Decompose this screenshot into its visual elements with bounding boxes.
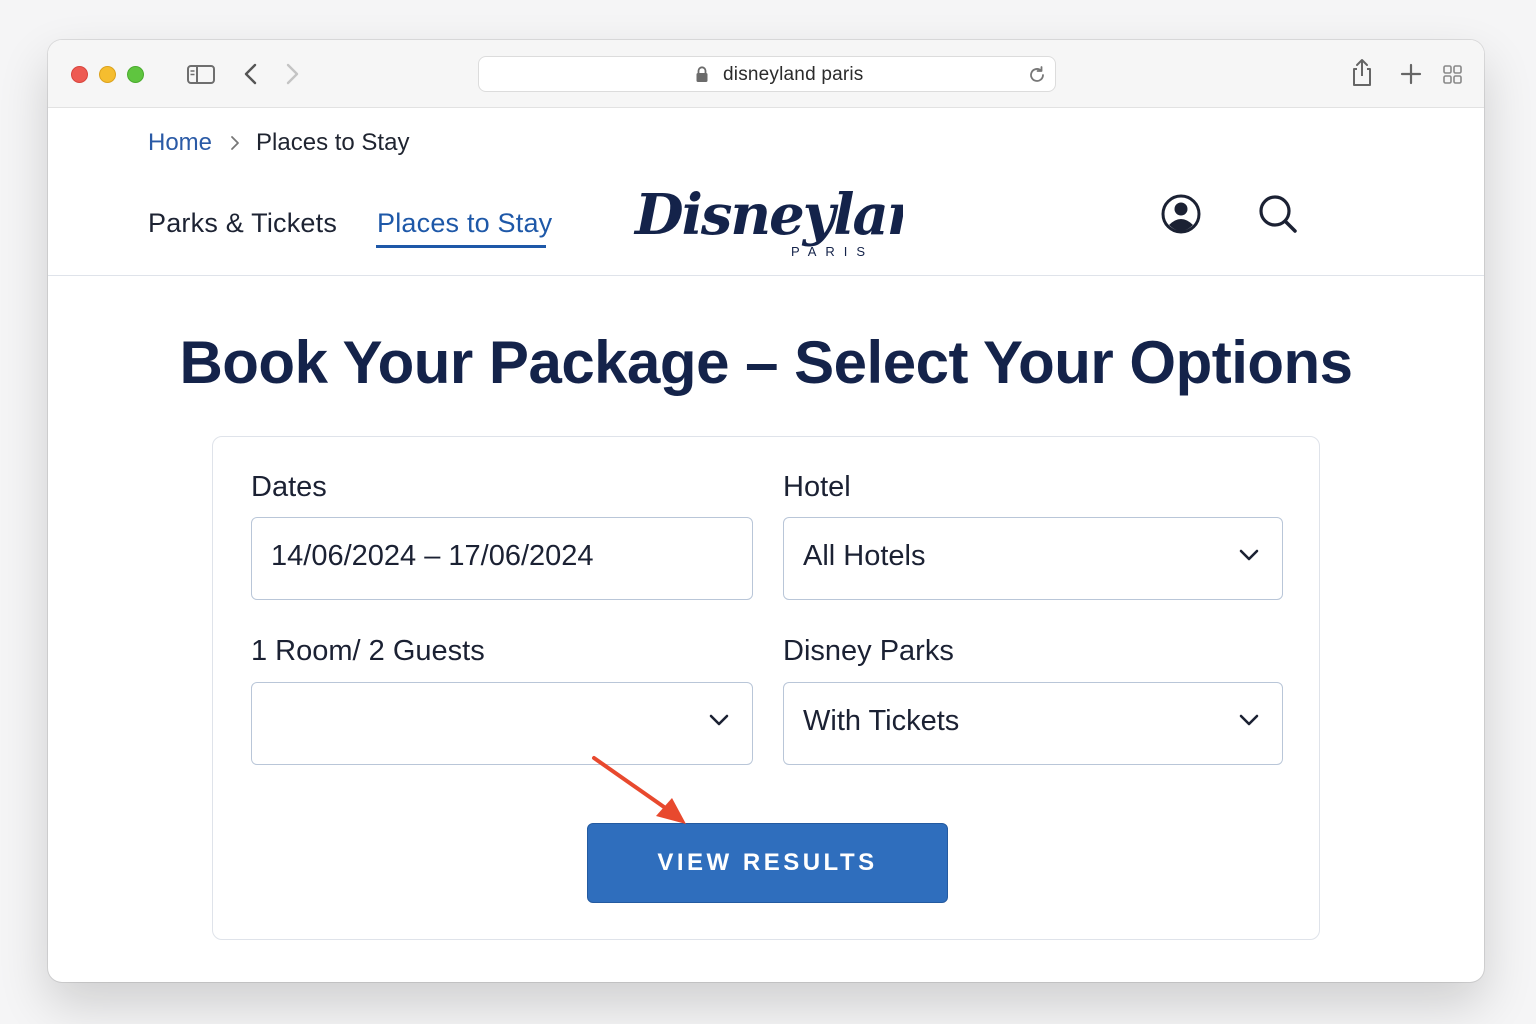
chevron-down-icon bbox=[708, 713, 730, 732]
reload-icon[interactable] bbox=[1027, 65, 1047, 90]
back-arrow-icon[interactable] bbox=[241, 61, 261, 92]
close-window-button[interactable] bbox=[71, 66, 88, 83]
dates-label: Dates bbox=[251, 471, 327, 503]
nav-active-indicator bbox=[376, 245, 546, 248]
hotel-label: Hotel bbox=[783, 471, 851, 503]
browser-toolbar: disneyland paris bbox=[48, 40, 1484, 108]
new-tab-icon[interactable] bbox=[1399, 62, 1423, 91]
nav-places-to-stay[interactable]: Places to Stay bbox=[377, 208, 552, 239]
disneyland-paris-logo[interactable]: Disneyland PARIS bbox=[633, 176, 966, 263]
breadcrumb-home-link[interactable]: Home bbox=[148, 129, 212, 157]
parks-value: With Tickets bbox=[803, 705, 960, 737]
logo-subtitle: PARIS bbox=[791, 244, 874, 258]
booking-form-card: Dates 14/06/2024 – 17/06/2024 Hotel All … bbox=[212, 436, 1320, 940]
page-title: Book Your Package – Select Your Options bbox=[179, 329, 1353, 396]
hotel-select[interactable]: All Hotels bbox=[783, 517, 1283, 600]
share-icon[interactable] bbox=[1348, 58, 1376, 93]
tab-overview-icon[interactable] bbox=[1443, 65, 1463, 90]
annotation-arrow-icon bbox=[588, 752, 698, 837]
logo-wordmark: Disneyland bbox=[633, 182, 903, 248]
minimize-window-button[interactable] bbox=[99, 66, 116, 83]
zoom-window-button[interactable] bbox=[127, 66, 144, 83]
hotel-value: All Hotels bbox=[803, 540, 926, 572]
chevron-down-icon bbox=[1238, 548, 1260, 567]
dates-input[interactable]: 14/06/2024 – 17/06/2024 bbox=[251, 517, 753, 600]
sidebar-icon[interactable] bbox=[186, 62, 216, 91]
guests-label: 1 Room/ 2 Guests bbox=[251, 635, 485, 667]
breadcrumb: Home Places to Stay bbox=[148, 129, 409, 157]
chevron-down-icon bbox=[1238, 713, 1260, 732]
address-bar[interactable]: disneyland paris bbox=[478, 56, 1056, 92]
account-icon[interactable] bbox=[1159, 192, 1203, 241]
address-url: disneyland paris bbox=[723, 64, 864, 85]
browser-window: disneyland paris Home Places to Stay Par… bbox=[48, 40, 1484, 982]
dates-value: 14/06/2024 – 17/06/2024 bbox=[271, 540, 594, 572]
chevron-right-icon bbox=[230, 135, 240, 151]
parks-label: Disney Parks bbox=[783, 635, 954, 667]
forward-arrow-icon[interactable] bbox=[282, 61, 302, 92]
lock-icon bbox=[695, 66, 709, 88]
nav-parks-tickets[interactable]: Parks & Tickets bbox=[148, 208, 337, 239]
search-icon[interactable] bbox=[1256, 192, 1300, 241]
parks-select[interactable]: With Tickets bbox=[783, 682, 1283, 765]
site-header: Home Places to Stay Parks & Tickets Plac… bbox=[48, 108, 1484, 276]
breadcrumb-current: Places to Stay bbox=[256, 129, 410, 156]
